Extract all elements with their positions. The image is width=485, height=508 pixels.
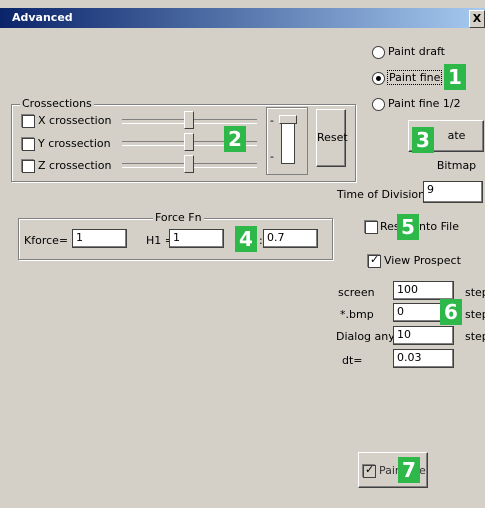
h1-input[interactable]: 1 [169, 229, 224, 248]
paint-fine-half-radio[interactable] [372, 98, 385, 111]
paint-toggle-label-b: e [419, 464, 426, 477]
y-crossection-checkbox[interactable] [22, 138, 35, 151]
vertical-slider-thumb[interactable] [279, 115, 297, 124]
title-bar: Advanced [0, 8, 485, 28]
z-crossection-label: Z crossection [38, 159, 112, 172]
bmp-step-unit: step [465, 308, 485, 321]
x-crossection-checkbox[interactable] [22, 115, 35, 128]
badge-5: 5 [397, 214, 419, 240]
time-of-division-label: Time of Division [337, 188, 426, 201]
paint-draft-label: Paint draft [388, 45, 445, 58]
y-slider-thumb[interactable] [184, 133, 194, 151]
z-slider-thumb[interactable] [184, 155, 194, 173]
vertical-slider-tick-top: - [270, 114, 274, 127]
paint-fine-half-label: Paint fine 1/2 [388, 97, 461, 110]
badge-4: 4 [235, 226, 257, 252]
create-bitmap-label: ate Bitmap [436, 129, 477, 172]
badge-6: 6 [440, 299, 462, 325]
force-fn-legend: Force Fn [153, 211, 204, 224]
reset-button[interactable]: Reset [316, 109, 348, 167]
vertical-slider-track[interactable] [281, 118, 295, 164]
vertical-slider-tick-bottom: - [270, 150, 274, 163]
third-param-input[interactable]: 0.7 [263, 229, 318, 248]
crossections-legend: Crossections [20, 97, 94, 110]
dt-label: dt= [342, 354, 363, 367]
kforce-label: Kforce= [24, 234, 69, 247]
badge-7: 7 [398, 457, 420, 483]
x-crossection-label: X crossection [38, 114, 112, 127]
dialog-step-input[interactable]: 10 [393, 326, 454, 345]
x-slider-thumb[interactable] [184, 111, 194, 129]
bmp-step-label: *.bmp [340, 308, 374, 321]
screen-step-unit: step [465, 286, 485, 299]
view-prospect-label: View Prospect [384, 254, 461, 267]
screen-step-input[interactable]: 100 [393, 281, 454, 300]
y-crossection-label: Y crossection [38, 137, 111, 150]
window-title: Advanced [12, 11, 73, 24]
paint-toggle-label-a: Pair [379, 464, 400, 477]
badge-3: 3 [412, 127, 434, 153]
dt-input[interactable]: 0.03 [393, 349, 454, 368]
result-into-file-checkbox[interactable] [365, 221, 378, 234]
dialog-step-unit: step [465, 330, 485, 343]
close-button[interactable]: X [469, 10, 485, 28]
time-of-division-input[interactable]: 9 [423, 181, 483, 203]
badge-1: 1 [444, 64, 466, 90]
kforce-input[interactable]: 1 [72, 229, 127, 248]
view-prospect-checkbox[interactable] [368, 253, 381, 268]
result-into-file-label-b: into File [416, 220, 459, 233]
paint-fine-label: Paint fine [387, 70, 443, 85]
z-crossection-checkbox[interactable] [22, 160, 35, 173]
dialog-step-label: Dialog any [336, 330, 395, 343]
badge-2: 2 [224, 126, 246, 152]
paint-toggle-checkbox [363, 463, 376, 478]
paint-fine-radio[interactable] [372, 72, 385, 85]
advanced-dialog: Advanced X Paint draft Paint fine Paint … [0, 0, 485, 508]
paint-draft-radio[interactable] [372, 46, 385, 59]
screen-step-label: screen [338, 286, 375, 299]
